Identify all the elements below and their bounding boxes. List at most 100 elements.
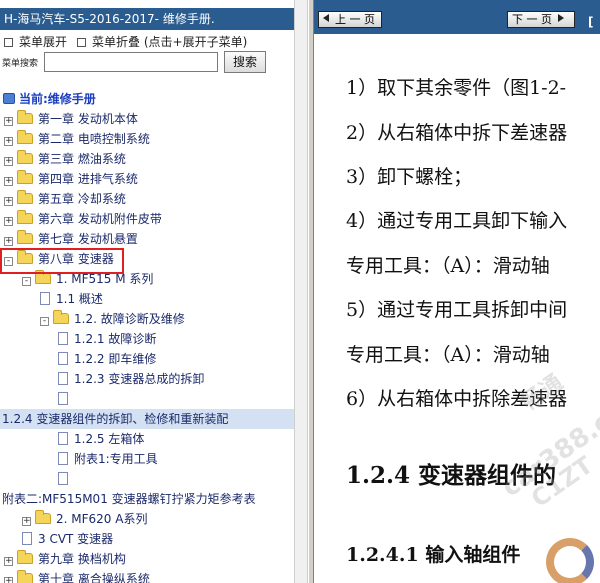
content-line: 专用工具：（A）：滑动轴 — [346, 344, 550, 366]
search-label: 菜单搜索 — [2, 59, 39, 69]
page-nav-bar: 上 一 页 下 一 页 [ — [314, 0, 600, 34]
tree-item-label: 第四章 进排气系统 — [38, 172, 138, 186]
checkbox-icon — [77, 38, 87, 47]
tree-item-label: 3 CVT 变速器 — [38, 532, 114, 546]
expand-toggle-icon[interactable]: + — [4, 157, 13, 166]
menu-control-row: 菜单展开 菜单折叠 (点击+展开子菜单) — [0, 33, 247, 51]
tree-item-label: 第十章 离合操纵系统 — [38, 572, 150, 583]
tree-item[interactable]: 1.2.3 变速器总成的拆卸 — [58, 369, 204, 389]
left-scrollbar[interactable] — [294, 0, 308, 583]
expand-toggle-icon[interactable]: + — [4, 197, 13, 206]
tree-item-label: 1. MF515 M 系列 — [56, 272, 154, 286]
expand-toggle-icon[interactable]: + — [22, 517, 31, 526]
left-nav-pane: H-海马汽车-S5-2016-2017- 维修手册. 菜单展开 菜单折叠 (点击+… — [0, 0, 294, 583]
tree-item-label: 附表二:MF515M01 变速器螺钉拧紧力矩参考表 — [2, 492, 256, 506]
tree-item[interactable]: + 第二章 电喷控制系统 — [4, 129, 150, 149]
page-icon — [22, 532, 32, 545]
expand-toggle-icon[interactable]: + — [4, 577, 13, 583]
folder-icon — [17, 170, 33, 184]
tree-item[interactable]: + 第十章 离合操纵系统 — [4, 569, 150, 583]
tree-item[interactable]: + 第四章 进排气系统 — [4, 169, 138, 189]
folder-icon — [17, 210, 33, 224]
content-line: 专用工具：（A）：滑动轴 — [346, 255, 550, 277]
folder-icon — [35, 270, 51, 284]
tree-item[interactable]: 1.2.2 即车维修 — [58, 349, 156, 369]
tree-item[interactable]: 3 CVT 变速器 — [22, 529, 113, 549]
collapse-all-link[interactable]: 菜单折叠 (点击+展开子菜单) — [92, 35, 247, 49]
page-icon — [58, 352, 68, 365]
tree-item[interactable]: 1.2.5 左箱体 — [58, 429, 144, 449]
arrow-right-icon — [558, 14, 564, 22]
tree-item-label: 第九章 换档机构 — [38, 552, 126, 566]
document-view-pane: 上 一 页 下 一 页 [ 1）取下其余零件（图1-2- 2）从右箱体中拆下差速… — [314, 0, 600, 583]
tree-item-label: 1.2.5 左箱体 — [74, 432, 145, 446]
tree-item[interactable]: + 第五章 冷却系统 — [4, 189, 126, 209]
document-title: H-海马汽车-S5-2016-2017- 维修手册. — [0, 8, 294, 30]
page-icon — [58, 392, 68, 405]
tree-item-label: 第二章 电喷控制系统 — [38, 132, 150, 146]
tree-item-label: 1.2. 故障诊断及维修 — [74, 312, 185, 326]
tree-item[interactable]: +2. MF620 A系列 — [22, 509, 147, 529]
tree-item[interactable]: 附表二:MF515M01 变速器螺钉拧紧力矩参考表 — [2, 489, 256, 509]
folder-icon — [53, 310, 69, 324]
expand-toggle-icon[interactable]: + — [4, 137, 13, 146]
expand-toggle-icon[interactable]: + — [4, 177, 13, 186]
page-icon — [58, 372, 68, 385]
tree-item[interactable]: + 第九章 换档机构 — [4, 549, 126, 569]
folder-icon — [35, 510, 51, 524]
tree-item-label: 1.2.4 变速器组件的拆卸、检修和重新装配 — [2, 412, 229, 426]
checkbox-icon — [4, 38, 13, 47]
tree-item-label: 1.2.2 即车维修 — [74, 352, 157, 366]
computer-icon — [3, 93, 15, 104]
search-input[interactable] — [44, 52, 218, 72]
current-location-label: 当前:维修手册 — [19, 92, 96, 106]
tree-item[interactable]: 1.1 概述 — [40, 289, 103, 309]
page-icon — [58, 332, 68, 345]
page-icon — [58, 432, 68, 445]
tree-item[interactable] — [58, 389, 74, 409]
next-page-button[interactable]: 下 一 页 — [507, 11, 575, 28]
expand-toggle-icon[interactable]: + — [4, 557, 13, 566]
collapse-toggle-icon[interactable]: - — [40, 317, 49, 326]
tree-item-label: 第一章 发动机本体 — [38, 112, 138, 126]
folder-icon — [17, 150, 33, 164]
tree-item-label: 2. MF620 A系列 — [56, 512, 148, 526]
tree-item[interactable]: 1.2.1 故障诊断 — [58, 329, 156, 349]
page-icon — [40, 292, 50, 305]
subsection-heading: 1.2.4.1 输入轴组件 — [346, 544, 521, 566]
expand-toggle-icon[interactable]: + — [4, 237, 13, 246]
expand-all-link[interactable]: 菜单展开 — [19, 35, 67, 49]
collapse-toggle-icon[interactable]: - — [22, 277, 31, 286]
page-icon — [58, 472, 68, 485]
content-line: 4）通过专用工具卸下输入 — [346, 210, 568, 232]
tree-item-label: 第六章 发动机附件皮带 — [38, 212, 162, 226]
prev-page-label: 上 一 页 — [335, 13, 375, 26]
expand-toggle-icon[interactable]: + — [4, 117, 13, 126]
page-icon — [58, 452, 68, 465]
tree-item[interactable]: + 第六章 发动机附件皮带 — [4, 209, 162, 229]
content-line: 1）取下其余零件（图1-2- — [346, 77, 567, 99]
tree-item[interactable]: 附表1:专用工具 — [58, 449, 158, 469]
corner-tag: [ — [588, 15, 594, 29]
folder-icon — [17, 130, 33, 144]
tree-item[interactable]: - 1.2. 故障诊断及维修 — [40, 309, 185, 329]
tree-item-label: 附表1:专用工具 — [74, 452, 158, 466]
prev-page-button[interactable]: 上 一 页 — [318, 11, 382, 28]
content-line: 5）通过专用工具拆卸中间 — [346, 299, 568, 321]
tree-item[interactable]: + 第七章 发动机悬置 — [4, 229, 138, 249]
next-page-label: 下 一 页 — [512, 13, 552, 26]
tree-item[interactable]: + 第一章 发动机本体 — [4, 109, 138, 129]
tree-item-label: 1.1 概述 — [56, 292, 103, 306]
current-location: 当前:维修手册 — [3, 90, 96, 108]
expand-toggle-icon[interactable]: + — [4, 217, 13, 226]
highlight-annotation-box — [0, 248, 124, 274]
tree-item-label: 1.2.3 变速器总成的拆卸 — [74, 372, 205, 386]
tree-item[interactable] — [58, 469, 74, 489]
content-line: 2）从右箱体中拆下差速器 — [346, 122, 568, 144]
folder-icon — [17, 190, 33, 204]
tree-item-label: 1.2.1 故障诊断 — [74, 332, 157, 346]
tree-item[interactable]: + 第三章 燃油系统 — [4, 149, 126, 169]
tree-item-label: 第五章 冷却系统 — [38, 192, 126, 206]
search-button[interactable]: 搜索 — [224, 51, 266, 73]
tree-item[interactable]: 1.2.4 变速器组件的拆卸、检修和重新装配 — [0, 409, 294, 429]
